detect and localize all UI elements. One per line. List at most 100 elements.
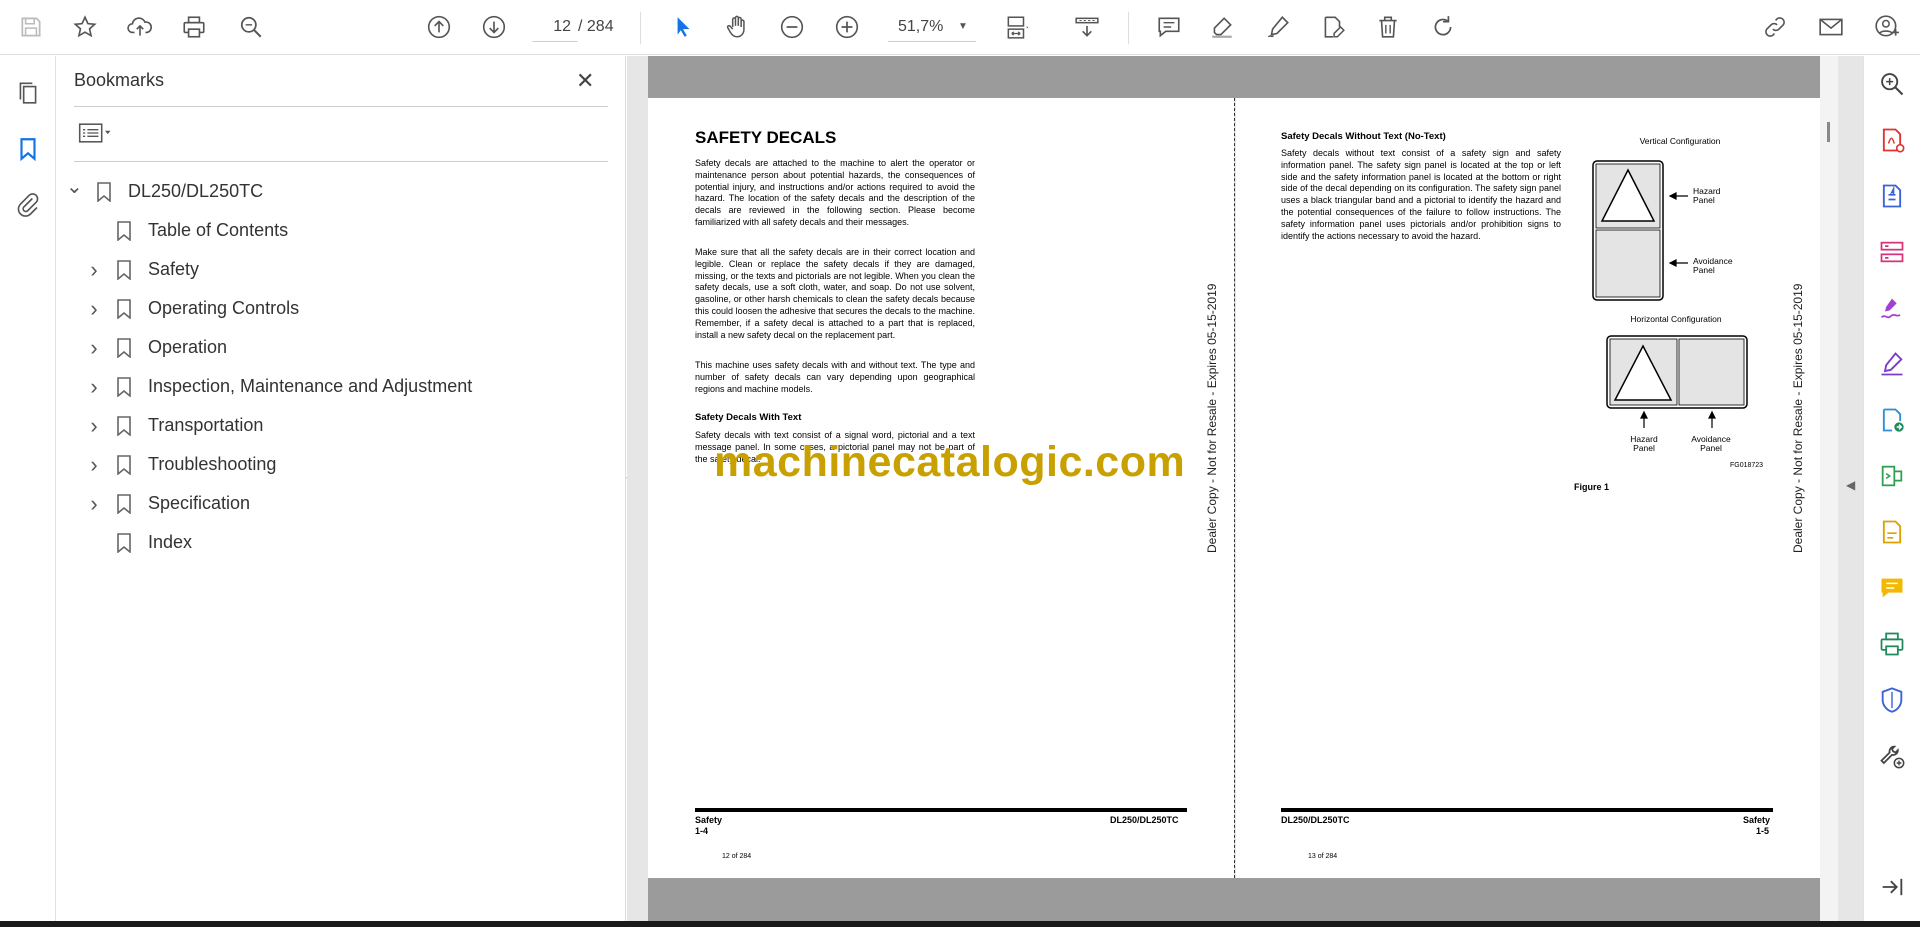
account-icon[interactable]	[1870, 10, 1904, 44]
mail-icon[interactable]	[1814, 10, 1848, 44]
zoom-tool-icon[interactable]	[1876, 68, 1908, 100]
bookmark-item[interactable]: › Operating Controls	[66, 289, 616, 328]
footer-model: DL250/DL250TC	[1110, 815, 1179, 825]
edit-pdf-icon[interactable]	[1316, 10, 1350, 44]
bookmark-label: Table of Contents	[148, 220, 289, 240]
comment-tool-icon[interactable]	[1876, 572, 1908, 604]
chevron-right-icon[interactable]: ›	[86, 452, 102, 478]
bookmarks-icon[interactable]	[11, 132, 45, 166]
sign-icon[interactable]	[1261, 10, 1295, 44]
page-count-label: 13 of 284	[1308, 853, 1338, 860]
page-count-label: 12 of 284	[722, 853, 752, 860]
bookmark-label: Inspection, Maintenance and Adjustment	[148, 376, 473, 396]
star-icon[interactable]	[68, 10, 102, 44]
zoom-search-icon[interactable]	[234, 10, 268, 44]
hand-icon[interactable]	[720, 10, 754, 44]
page-divider	[1234, 98, 1235, 878]
bookmark-label: Index	[148, 532, 193, 552]
fit-page-icon[interactable]	[1000, 10, 1034, 44]
next-page-icon[interactable]	[477, 10, 511, 44]
rotate-icon[interactable]	[1426, 10, 1460, 44]
list-options-icon	[78, 123, 111, 143]
hazard-panel-label: Hazard Panel	[1630, 434, 1658, 453]
bookmark-item[interactable]: Table of Contents	[66, 211, 616, 250]
bookmark-icon	[117, 493, 131, 514]
bookmark-item[interactable]: › Troubleshooting	[66, 445, 616, 484]
page-number-input[interactable]: 12	[532, 12, 578, 42]
zoom-out-icon[interactable]	[775, 10, 809, 44]
toolbar-divider	[640, 12, 641, 44]
more-tools-icon[interactable]	[1876, 740, 1908, 772]
comment-icon[interactable]	[1152, 10, 1186, 44]
bookmark-label: Operation	[148, 337, 228, 357]
create-pdf-icon[interactable]	[1876, 180, 1908, 212]
bookmark-icon	[117, 532, 131, 553]
paragraph: Safety decals are attached to the machin…	[695, 158, 975, 227]
pages-icon[interactable]	[11, 76, 45, 110]
main-toolbar: 12 / 284 51,7% ▼	[0, 0, 1920, 55]
paragraph: Safety decals without text consist of a …	[1281, 148, 1561, 241]
export-pdf-icon[interactable]	[1876, 124, 1908, 156]
organize-pages-icon[interactable]	[1876, 236, 1908, 268]
footer-rule	[1281, 808, 1773, 812]
vertical-scrollbar[interactable]	[1820, 56, 1838, 921]
print-production-icon[interactable]	[1876, 628, 1908, 660]
scrollbar-thumb[interactable]	[1827, 122, 1830, 142]
chevron-right-icon[interactable]: ›	[86, 413, 102, 439]
bookmark-icon	[117, 415, 131, 436]
print-icon[interactable]	[177, 10, 211, 44]
expand-icon[interactable]	[1876, 871, 1908, 903]
chevron-right-icon[interactable]: ›	[86, 296, 102, 322]
vertical-decal-figure	[1592, 160, 1688, 301]
bookmark-item[interactable]: › Safety	[66, 250, 616, 289]
chevron-down-icon[interactable]: ⌄	[66, 174, 83, 199]
protect-icon[interactable]	[1876, 684, 1908, 716]
bookmark-item[interactable]: › Operation	[66, 328, 616, 367]
chevron-down-icon[interactable]: ▼	[958, 12, 968, 42]
side-stamp: Dealer Copy - Not for Resale - Expires 0…	[1205, 283, 1219, 553]
horizontal-config-label: Horizontal Configuration	[1630, 314, 1722, 324]
chevron-right-icon[interactable]: ›	[86, 257, 102, 283]
close-icon[interactable]: ✕	[576, 68, 594, 94]
fill-sign-icon[interactable]	[1876, 292, 1908, 324]
request-signature-icon[interactable]	[1876, 348, 1908, 380]
bookmark-item[interactable]: › Specification	[66, 484, 616, 523]
panel-title: Bookmarks	[74, 70, 165, 90]
bookmark-item[interactable]: ⌄ DL250/DL250TC	[66, 172, 616, 211]
delete-icon[interactable]	[1371, 10, 1405, 44]
horizontal-decal-figure	[1606, 335, 1748, 428]
page-gap-top	[648, 56, 1820, 98]
attachments-icon[interactable]	[11, 188, 45, 222]
bookmark-item[interactable]: Index	[66, 523, 616, 562]
bookmark-icon	[117, 298, 131, 319]
link-icon[interactable]	[1758, 10, 1792, 44]
bookmark-icon	[117, 376, 131, 397]
compress-icon[interactable]	[1876, 460, 1908, 492]
select-arrow-icon[interactable]	[666, 10, 700, 44]
bookmark-icon	[97, 181, 111, 202]
convert-icon[interactable]	[1876, 404, 1908, 436]
chevron-right-icon[interactable]: ›	[86, 374, 102, 400]
prev-page-icon[interactable]	[422, 10, 456, 44]
bookmarks-panel: Bookmarks ✕ ⌄ DL250/DL250TC Table of Conte…	[56, 56, 626, 921]
bookmark-item[interactable]: › Inspection, Maintenance and Adjustment	[66, 367, 616, 406]
zoom-in-icon[interactable]	[830, 10, 864, 44]
footer-section: Safety	[1743, 815, 1771, 825]
highlight-icon[interactable]	[1205, 10, 1239, 44]
avoidance-panel-label: Avoidance Panel	[1691, 434, 1731, 453]
page-heading: SAFETY DECALS	[695, 128, 837, 147]
bookmark-label: Transportation	[148, 415, 264, 435]
save-icon[interactable]	[14, 10, 48, 44]
upload-icon[interactable]	[123, 10, 157, 44]
edit-icon[interactable]	[1876, 516, 1908, 548]
figure-code: FG018723	[1730, 462, 1764, 469]
collapse-right-panel-icon[interactable]: ◀	[1846, 478, 1855, 492]
footer-model: DL250/DL250TC	[1281, 815, 1350, 825]
page-total: / 284	[578, 18, 614, 35]
chevron-right-icon[interactable]: ›	[86, 335, 102, 361]
scroll-mode-icon[interactable]	[1070, 10, 1104, 44]
bookmark-options-button[interactable]	[76, 118, 120, 148]
bookmark-item[interactable]: › Transportation	[66, 406, 616, 445]
chevron-right-icon[interactable]: ›	[86, 491, 102, 517]
bookmark-label: Operating Controls	[148, 298, 300, 318]
